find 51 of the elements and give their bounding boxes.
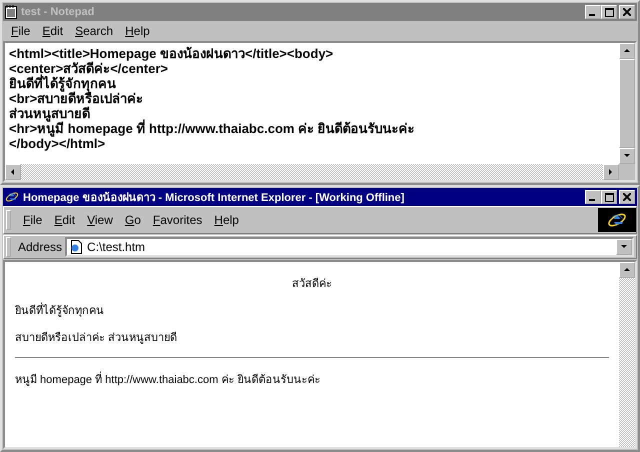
window-title: Homepage ของน้องฝนดาว - Microsoft Internet Explorer - [Working Offline] — [23, 190, 406, 206]
scroll-left-button[interactable] — [5, 164, 21, 180]
minimize-button[interactable] — [585, 5, 601, 19]
close-button[interactable] — [619, 190, 635, 204]
menu-item[interactable]: File — [5, 24, 36, 38]
dropdown-button[interactable] — [616, 239, 632, 255]
arrow-icon — [9, 168, 17, 176]
code-line: ส่วนหนูสบายดี — [9, 106, 91, 121]
scroll-down-button[interactable] — [619, 148, 635, 164]
scrollbar-corner — [619, 164, 635, 180]
close-icon — [623, 193, 631, 201]
code-line: <html><title>Homepage ของน้องฝนดาว</title><body> — [9, 46, 334, 61]
paragraph: ยินดีที่ได้รู้จักทุกคน — [15, 301, 609, 319]
scroll-up-button[interactable] — [619, 43, 635, 59]
menu-item[interactable]: Help — [208, 213, 245, 227]
code-line: <br>สบายดีหรือเปล่าค่ะ — [9, 91, 144, 106]
code-line: ยินดีที่ได้รู้จักทุกคน — [9, 76, 116, 91]
text-editor[interactable] — [3, 41, 637, 182]
scroll-up-button[interactable] — [619, 262, 635, 278]
arrow-icon — [620, 243, 628, 251]
menu-item[interactable]: Edit — [36, 24, 70, 38]
notepad-icon — [5, 5, 17, 19]
code-line: <center>สวัสดีค่ะ</center> — [9, 61, 170, 76]
code-line: <hr>หนูมี homepage ที่ http://www.thaiabc.com ค่ะ ยินดีต้อนรับนะค่ะ — [9, 121, 416, 136]
close-icon — [623, 8, 631, 16]
arrow-icon — [623, 266, 631, 274]
e-logo-icon — [5, 190, 19, 204]
menu-item[interactable]: Go — [118, 213, 147, 227]
maximize-icon — [604, 192, 614, 202]
maximize-button[interactable] — [601, 190, 617, 204]
address-label: Address — [18, 240, 62, 254]
paragraph: หนูมี homepage ที่ http://www.thaiabc.com ค่ะ ยินดีต้อนรับนะค่ะ — [15, 370, 609, 388]
scroll-right-button[interactable] — [603, 164, 619, 180]
arrow-icon — [623, 46, 631, 55]
menu-item[interactable]: File — [17, 213, 48, 227]
address-field[interactable]: C:\test.htm — [65, 237, 634, 257]
maximize-icon — [604, 8, 614, 16]
minimize-button[interactable] — [585, 190, 601, 204]
menu-item[interactable]: Favorites — [146, 213, 208, 227]
menu-item[interactable]: Help — [119, 24, 156, 38]
menu-item[interactable]: View — [81, 213, 119, 227]
window-title: test - Notepad — [21, 6, 96, 18]
paragraph: สบายดีหรือเปล่าค่ะ ส่วนหนูสบายดี — [15, 330, 178, 346]
page-heading: สวัสดีค่ะ — [292, 276, 332, 292]
code-line: </body></html> — [9, 136, 106, 151]
menu-item[interactable]: Edit — [48, 213, 82, 227]
maximize-button[interactable] — [601, 5, 617, 19]
page-icon — [69, 240, 84, 254]
menu-item[interactable]: Search — [69, 24, 120, 38]
close-button[interactable] — [619, 5, 635, 19]
scroll-thumb[interactable] — [619, 58, 635, 148]
